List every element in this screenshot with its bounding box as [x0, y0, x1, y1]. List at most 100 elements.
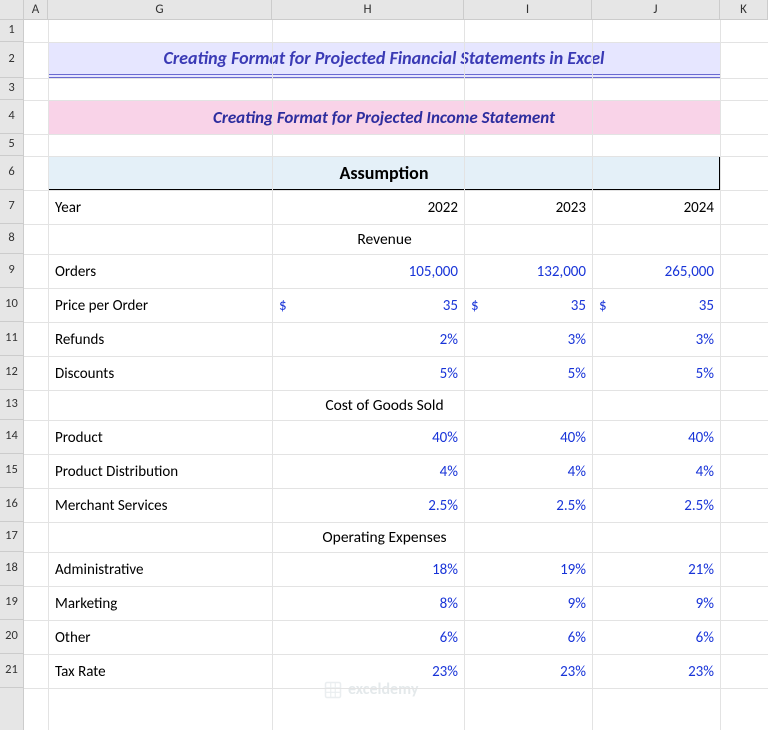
year-2024-cell[interactable]: 2024 — [593, 191, 721, 225]
row-header-11[interactable]: 11 — [0, 322, 23, 356]
orders-2024[interactable]: 265,000 — [593, 255, 721, 289]
ppo-label[interactable]: Price per Order — [49, 289, 273, 323]
other-2024[interactable]: 6% — [593, 621, 721, 655]
tax-2022[interactable]: 23% — [273, 655, 465, 689]
admin-2022[interactable]: 18% — [273, 553, 465, 587]
row-header-2[interactable]: 2 — [0, 42, 23, 78]
row-header-15[interactable]: 15 — [0, 454, 23, 488]
discounts-2023[interactable]: 5% — [465, 357, 593, 391]
row-header-5[interactable]: 5 — [0, 134, 23, 156]
row-header-10[interactable]: 10 — [0, 288, 23, 322]
product-2023[interactable]: 40% — [465, 421, 593, 455]
other-row: Other 6% 6% 6% — [49, 621, 721, 655]
assumption-table: Year 2022 2023 2024 Revenue Orders 105,0… — [48, 190, 721, 689]
merch-2022[interactable]: 2.5% — [273, 489, 465, 523]
proddist-2022[interactable]: 4% — [273, 455, 465, 489]
tax-row: Tax Rate 23% 23% 23% — [49, 655, 721, 689]
row-header-19[interactable]: 19 — [0, 586, 23, 620]
tax-2023[interactable]: 23% — [465, 655, 593, 689]
other-2023[interactable]: 6% — [465, 621, 593, 655]
mkt-label[interactable]: Marketing — [49, 587, 273, 621]
row-header-1[interactable]: 1 — [0, 20, 23, 42]
row-header-14[interactable]: 14 — [0, 420, 23, 454]
select-all-corner[interactable] — [0, 0, 24, 19]
row-header-3[interactable]: 3 — [0, 78, 23, 100]
orders-2023[interactable]: 132,000 — [465, 255, 593, 289]
other-2022[interactable]: 6% — [273, 621, 465, 655]
merch-2023[interactable]: 2.5% — [465, 489, 593, 523]
mkt-2022[interactable]: 8% — [273, 587, 465, 621]
section-cogs[interactable]: Cost of Goods Sold — [49, 391, 721, 421]
merch-label[interactable]: Merchant Services — [49, 489, 273, 523]
year-2023-cell[interactable]: 2023 — [465, 191, 593, 225]
row-header-7[interactable]: 7 — [0, 190, 23, 224]
ppo-2022[interactable]: $35 — [273, 289, 465, 323]
tax-2024[interactable]: 23% — [593, 655, 721, 689]
refunds-label[interactable]: Refunds — [49, 323, 273, 357]
col-header-J[interactable]: J — [592, 0, 720, 19]
row-header-17[interactable]: 17 — [0, 522, 23, 552]
col-header-G[interactable]: G — [48, 0, 272, 19]
discounts-2024[interactable]: 5% — [593, 357, 721, 391]
page-title: Creating Format for Projected Financial … — [48, 42, 720, 78]
col-header-H[interactable]: H — [272, 0, 464, 19]
col-header-K[interactable]: K — [720, 0, 768, 19]
product-2024[interactable]: 40% — [593, 421, 721, 455]
product-row: Product 40% 40% 40% — [49, 421, 721, 455]
section-opex[interactable]: Operating Expenses — [49, 523, 721, 553]
row-header-13[interactable]: 13 — [0, 390, 23, 420]
orders-label[interactable]: Orders — [49, 255, 273, 289]
product-label[interactable]: Product — [49, 421, 273, 455]
admin-2023[interactable]: 19% — [465, 553, 593, 587]
orders-2022[interactable]: 105,000 — [273, 255, 465, 289]
mkt-row: Marketing 8% 9% 9% — [49, 587, 721, 621]
row-header-9[interactable]: 9 — [0, 254, 23, 288]
row-header-16[interactable]: 16 — [0, 488, 23, 522]
assumption-header-text: Assumption — [339, 162, 428, 184]
discounts-2022[interactable]: 5% — [273, 357, 465, 391]
mkt-2024[interactable]: 9% — [593, 587, 721, 621]
ppo-2024[interactable]: $35 — [593, 289, 721, 323]
ppo-2023[interactable]: $35 — [465, 289, 593, 323]
discounts-row: Discounts 5% 5% 5% — [49, 357, 721, 391]
refunds-2023[interactable]: 3% — [465, 323, 593, 357]
ppo-row: Price per Order $35 $35 $35 — [49, 289, 721, 323]
section-revenue[interactable]: Revenue — [49, 225, 721, 255]
admin-row: Administrative 18% 19% 21% — [49, 553, 721, 587]
row-header-8[interactable]: 8 — [0, 224, 23, 254]
refunds-2024[interactable]: 3% — [593, 323, 721, 357]
row-header-12[interactable]: 12 — [0, 356, 23, 390]
mkt-2023[interactable]: 9% — [465, 587, 593, 621]
sub-title: Creating Format for Projected Income Sta… — [48, 100, 720, 134]
proddist-label[interactable]: Product Distribution — [49, 455, 273, 489]
admin-label[interactable]: Administrative — [49, 553, 273, 587]
worksheet-grid[interactable]: Creating Format for Projected Financial … — [24, 20, 768, 730]
product-2022[interactable]: 40% — [273, 421, 465, 455]
row-header-6[interactable]: 6 — [0, 156, 23, 190]
year-row: Year 2022 2023 2024 — [49, 191, 721, 225]
col-header-A[interactable]: A — [24, 0, 48, 19]
refunds-2022[interactable]: 2% — [273, 323, 465, 357]
dollar-icon: $ — [471, 297, 479, 315]
proddist-row: Product Distribution 4% 4% 4% — [49, 455, 721, 489]
row-header-21[interactable]: 21 — [0, 654, 23, 688]
page-title-text: Creating Format for Projected Financial … — [164, 47, 605, 69]
merch-2024[interactable]: 2.5% — [593, 489, 721, 523]
column-header-row: A G H I J K — [0, 0, 768, 20]
row-header-20[interactable]: 20 — [0, 620, 23, 654]
ppo-2024-val: 35 — [699, 297, 714, 315]
other-label[interactable]: Other — [49, 621, 273, 655]
year-label-cell[interactable]: Year — [49, 191, 273, 225]
refunds-row: Refunds 2% 3% 3% — [49, 323, 721, 357]
admin-2024[interactable]: 21% — [593, 553, 721, 587]
tax-label[interactable]: Tax Rate — [49, 655, 273, 689]
sub-title-text: Creating Format for Projected Income Sta… — [213, 107, 555, 128]
proddist-2023[interactable]: 4% — [465, 455, 593, 489]
year-2022-cell[interactable]: 2022 — [273, 191, 465, 225]
proddist-2024[interactable]: 4% — [593, 455, 721, 489]
row-header-4[interactable]: 4 — [0, 100, 23, 134]
ppo-2023-val: 35 — [571, 297, 586, 315]
discounts-label[interactable]: Discounts — [49, 357, 273, 391]
row-header-18[interactable]: 18 — [0, 552, 23, 586]
col-header-I[interactable]: I — [464, 0, 592, 19]
